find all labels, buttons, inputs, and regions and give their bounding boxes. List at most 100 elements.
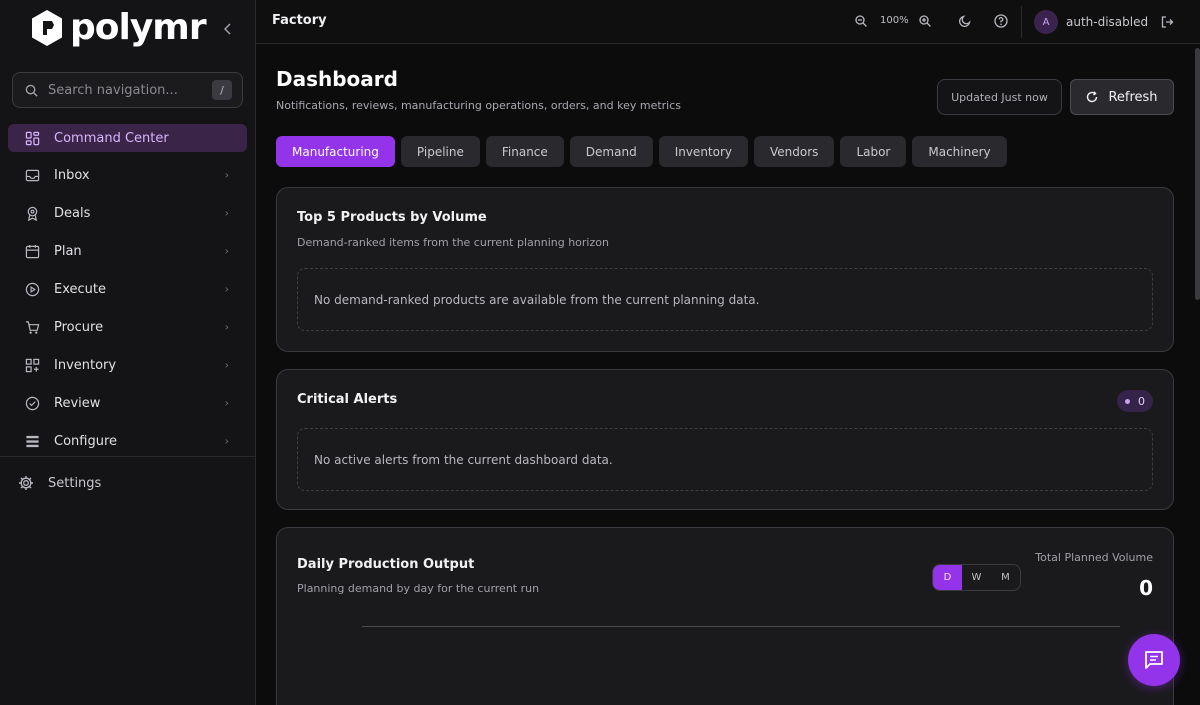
search-icon [25,84,38,97]
zoom-level: 100% [880,15,909,26]
play-circle-icon [25,282,40,297]
card-subtitle: Demand-ranked items from the current pla… [297,236,609,249]
page-subtitle: Notifications, reviews, manufacturing op… [276,99,682,112]
logout-icon[interactable] [1160,15,1174,29]
chevron-right-icon: › [224,244,229,258]
card-subtitle: Planning demand by day for the current r… [297,582,540,595]
period-month-button[interactable]: M [991,565,1020,590]
sidebar-item-label: Plan [54,243,82,259]
card-title: Daily Production Output [297,557,475,572]
period-day-button[interactable]: D [933,565,962,590]
sidebar-item-label: Command Center [54,130,169,146]
sidebar-item-label: Procure [54,319,104,335]
avatar[interactable]: A [1034,10,1058,34]
sidebar-item-procure[interactable]: Procure › [8,308,247,346]
period-week-button[interactable]: W [962,565,991,590]
alert-count: 0 [1138,394,1145,408]
sidebar-nav: Command Center Inbox › Deals › Plan › Ex… [8,124,247,460]
sidebar-item-label: Deals [54,205,91,221]
logo-row: polymr [0,0,255,58]
polymr-logo[interactable]: polymr [30,7,207,48]
search-navigation-input[interactable]: Search navigation... / [12,72,243,108]
chart-baseline [362,626,1120,627]
page-title: Dashboard [276,67,398,91]
workspace-title: Factory [272,13,327,28]
sidebar-item-label: Execute [54,281,106,297]
sidebar-item-inventory[interactable]: Inventory › [8,346,247,384]
badge-dot [1125,398,1130,404]
user-name[interactable]: auth-disabled [1066,15,1148,29]
zoom-out-icon[interactable] [854,14,868,28]
sidebar-item-inbox[interactable]: Inbox › [8,156,247,194]
settings-label: Settings [48,475,102,491]
chevron-right-icon: › [224,206,229,220]
chevron-right-icon: › [224,320,229,334]
tab-labor[interactable]: Labor [840,136,907,167]
updated-status-button[interactable]: Updated Just now [937,79,1062,115]
chevron-right-icon: › [224,434,229,448]
refresh-icon [1087,91,1098,103]
daily-output-card: Daily Production Output Planning demand … [276,527,1174,705]
total-volume-value: 0 [1139,576,1153,600]
zoom-in-icon[interactable] [918,14,932,28]
collapse-sidebar-button[interactable] [220,20,236,38]
gear-icon [19,476,33,490]
help-icon[interactable] [994,14,1008,28]
tab-manufacturing[interactable]: Manufacturing [276,136,395,167]
tab-vendors[interactable]: Vendors [754,136,835,167]
app: polymr Search navigation... / Command Ce… [0,0,1200,705]
search-placeholder: Search navigation... [48,82,178,98]
check-circle-icon [25,396,40,411]
sidebar-item-execute[interactable]: Execute › [8,270,247,308]
critical-alerts-card: Critical Alerts 0 No active alerts from … [276,369,1174,510]
calendar-icon [25,244,40,259]
sidebar-item-label: Review [54,395,101,411]
chevron-right-icon: › [224,168,229,182]
top-products-card: Top 5 Products by Volume Demand-ranked i… [276,187,1174,352]
sidebar-item-command-center[interactable]: Command Center [8,124,247,152]
tab-pipeline[interactable]: Pipeline [400,136,480,167]
refresh-button[interactable]: Refresh [1070,79,1174,115]
list-icon [25,434,40,449]
period-toggle: D W M [932,564,1021,591]
tab-machinery[interactable]: Machinery [912,136,1007,167]
polymr-logo-mark-icon [32,10,62,46]
chat-button[interactable] [1128,634,1180,686]
sidebar-item-label: Configure [54,433,118,449]
sidebar-item-plan[interactable]: Plan › [8,232,247,270]
empty-state: No active alerts from the current dashbo… [297,428,1153,491]
sidebar-item-review[interactable]: Review › [8,384,247,422]
sidebar-item-settings[interactable]: Settings [18,475,101,491]
tab-inventory[interactable]: Inventory [658,136,749,167]
chat-icon [1145,651,1163,669]
topbar-divider [1021,6,1022,38]
refresh-label: Refresh [1108,89,1158,105]
dashboard-tabs: Manufacturing Pipeline Finance Demand In… [276,136,1007,167]
sidebar-item-label: Inventory [54,357,117,373]
moon-icon[interactable] [958,14,972,28]
inbox-icon [25,168,40,183]
card-title: Critical Alerts [297,392,398,407]
chevron-left-icon [224,23,231,35]
chevron-right-icon: › [224,358,229,372]
cart-icon [25,320,40,335]
boxes-icon [25,358,40,373]
chevron-right-icon: › [224,396,229,410]
card-title: Top 5 Products by Volume [297,210,487,225]
sidebar-item-deals[interactable]: Deals › [8,194,247,232]
grid-icon [25,131,40,146]
chevron-right-icon: › [224,282,229,296]
search-shortcut-key: / [212,80,232,100]
empty-state: No demand-ranked products are available … [297,268,1153,331]
tab-finance[interactable]: Finance [485,136,564,167]
total-volume-label: Total Planned Volume [1035,551,1153,564]
sidebar-item-configure[interactable]: Configure › [8,422,247,460]
scrollbar[interactable] [1195,48,1200,300]
brand-name: polymr [70,7,207,48]
sidebar-item-label: Inbox [54,167,90,183]
alert-count-badge: 0 [1117,390,1153,412]
sidebar-divider [0,456,256,457]
tab-demand[interactable]: Demand [569,136,653,167]
topbar: Factory 100% A auth-disabled [256,0,1200,44]
award-icon [25,206,40,221]
